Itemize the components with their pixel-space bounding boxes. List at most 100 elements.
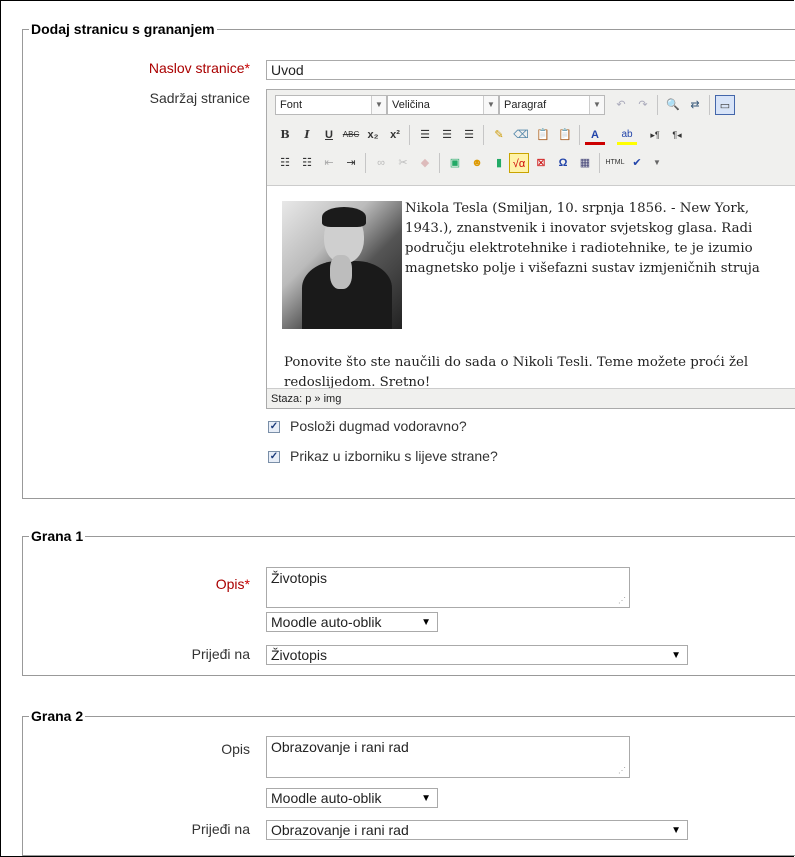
branch2-goto-label: Prijeđi na bbox=[191, 821, 250, 837]
redo-icon[interactable]: ↷ bbox=[633, 95, 653, 115]
equation-icon[interactable]: √α bbox=[509, 153, 529, 173]
replace-icon[interactable]: ⇄ bbox=[685, 95, 705, 115]
branch2-format-select[interactable]: Moodle auto-oblik ▼ bbox=[266, 788, 438, 808]
underline-icon[interactable]: U bbox=[319, 125, 339, 145]
bold-icon[interactable]: B bbox=[275, 125, 295, 145]
special-char-icon[interactable]: Ω bbox=[553, 153, 573, 173]
anchor-icon[interactable]: ◆ bbox=[415, 153, 435, 173]
resize-grip-icon[interactable]: ⋰ bbox=[618, 596, 626, 605]
title-input[interactable]: Uvod bbox=[266, 60, 795, 80]
branch2-goto-select[interactable]: Obrazovanje i rani rad ▼ bbox=[266, 820, 688, 840]
toolbar-separator bbox=[365, 153, 366, 173]
required-star: * bbox=[244, 576, 250, 592]
resize-grip-icon[interactable]: ⋰ bbox=[618, 766, 626, 775]
html-editor[interactable]: Font ▼ Veličina ▼ Paragraf ▼ ↶ ↷ 🔍 ⇄ ▭ B I … bbox=[266, 89, 795, 409]
toolbar-separator bbox=[599, 153, 600, 173]
chevron-down-icon: ▼ bbox=[421, 793, 431, 804]
rtl-icon[interactable]: ¶◂ bbox=[667, 125, 687, 145]
content-label: Sadržaj stranice bbox=[149, 90, 250, 106]
toolbar-separator bbox=[409, 125, 410, 145]
unlink-icon[interactable]: ✂ bbox=[393, 153, 413, 173]
horizontal-buttons-checkbox[interactable]: ✓ bbox=[268, 421, 280, 433]
photo-hand bbox=[330, 255, 352, 289]
image-icon[interactable]: ▣ bbox=[445, 153, 465, 173]
paste-text-icon[interactable]: 📋 bbox=[533, 125, 553, 145]
outdent-icon[interactable]: ⇤ bbox=[319, 153, 339, 173]
numbered-list-icon[interactable]: ☷ bbox=[297, 153, 317, 173]
branch2-legend: Grana 2 bbox=[29, 707, 86, 725]
editor-path-bar: Staza: p » img bbox=[267, 388, 795, 408]
paragraph-2: Ponovite što ste naučili do sada o Nikol… bbox=[284, 353, 748, 388]
branch1-desc-label-text: Opis bbox=[215, 576, 245, 592]
chevron-down-icon[interactable]: ▼ bbox=[647, 153, 667, 173]
undo-icon[interactable]: ↶ bbox=[611, 95, 631, 115]
spellcheck-icon[interactable]: ✔ bbox=[627, 153, 647, 173]
paragraph-line: 1943.), znanstvenik i inovator svjetskog… bbox=[405, 221, 753, 236]
paste-word-icon[interactable]: 📋 bbox=[555, 125, 575, 145]
branch1-desc-label: Opis* bbox=[60, 576, 250, 592]
tesla-photo bbox=[282, 201, 402, 329]
chevron-down-icon: ▼ bbox=[421, 617, 431, 628]
left-menu-checkbox[interactable]: ✓ bbox=[268, 451, 280, 463]
background-color-icon[interactable]: ab bbox=[617, 125, 637, 145]
find-icon[interactable]: 🔍 bbox=[663, 95, 683, 115]
paragraph-line: magnetsko polje i višefazni sustav izmje… bbox=[405, 261, 760, 276]
horizontal-buttons-label: Posloži dugmad vodoravno? bbox=[290, 418, 467, 434]
insert-table-icon[interactable]: ▦ bbox=[575, 153, 595, 173]
format-select[interactable]: Paragraf ▼ bbox=[499, 95, 605, 115]
required-star: * bbox=[244, 60, 250, 76]
ltr-icon[interactable]: ▸¶ bbox=[645, 125, 665, 145]
size-select-value: Veličina bbox=[392, 99, 430, 111]
branch1-goto-select[interactable]: Životopis ▼ bbox=[266, 645, 688, 665]
toolbar-separator bbox=[579, 125, 580, 145]
chevron-down-icon: ▼ bbox=[483, 96, 498, 114]
chevron-down-icon: ▼ bbox=[671, 825, 681, 836]
italic-icon[interactable]: I bbox=[297, 125, 317, 145]
link-icon[interactable]: ∞ bbox=[371, 153, 391, 173]
media-icon[interactable]: ▮ bbox=[489, 153, 509, 173]
text-color-icon[interactable]: A bbox=[585, 125, 605, 145]
size-select[interactable]: Veličina ▼ bbox=[387, 95, 499, 115]
left-menu-label: Prikaz u izborniku s lijeve strane? bbox=[290, 448, 498, 464]
branch1-desc-textarea[interactable]: Životopis ⋰ bbox=[266, 567, 630, 608]
branch1-goto-value: Životopis bbox=[271, 647, 328, 663]
strikethrough-icon[interactable]: ABC bbox=[341, 125, 361, 145]
branch2-desc-label: Opis bbox=[221, 741, 250, 757]
title-label-text: Naslov stranice bbox=[148, 60, 245, 76]
branch2-desc-textarea[interactable]: Obrazovanje i rani rad ⋰ bbox=[266, 736, 630, 778]
branch1-format-select[interactable]: Moodle auto-oblik ▼ bbox=[266, 612, 438, 632]
toolbar-separator bbox=[657, 95, 658, 115]
superscript-icon[interactable]: x² bbox=[385, 125, 405, 145]
clean-code-icon[interactable]: ✎ bbox=[489, 125, 509, 145]
paragraph-line: Ponovite što ste naučili do sada o Nikol… bbox=[284, 355, 749, 370]
branch1-goto-label: Prijeđi na bbox=[191, 646, 250, 662]
chevron-down-icon: ▼ bbox=[589, 96, 604, 114]
title-label: Naslov stranice* bbox=[60, 60, 250, 76]
chevron-down-icon: ▼ bbox=[371, 96, 386, 114]
bullet-list-icon[interactable]: ☷ bbox=[275, 153, 295, 173]
subscript-icon[interactable]: x₂ bbox=[363, 125, 383, 145]
align-right-icon[interactable]: ☰ bbox=[459, 125, 479, 145]
fullscreen-icon[interactable]: ▭ bbox=[715, 95, 735, 115]
editor-toolbar: Font ▼ Veličina ▼ Paragraf ▼ ↶ ↷ 🔍 ⇄ ▭ B I … bbox=[267, 90, 795, 186]
branch1-format-value: Moodle auto-oblik bbox=[271, 614, 382, 630]
html-source-icon[interactable]: HTML bbox=[605, 153, 625, 173]
dragmath-icon[interactable]: ⊠ bbox=[531, 153, 551, 173]
paragraph-line: redoslijedom. Sretno! bbox=[284, 375, 431, 388]
smiley-icon[interactable]: ☻ bbox=[467, 153, 487, 173]
toolbar-separator bbox=[483, 125, 484, 145]
font-select-value: Font bbox=[280, 99, 303, 111]
eraser-icon[interactable]: ⌫ bbox=[511, 125, 531, 145]
branch1-desc-value: Životopis bbox=[271, 570, 328, 586]
branch1-legend: Grana 1 bbox=[29, 527, 86, 545]
toolbar-separator bbox=[439, 153, 440, 173]
toolbar-separator bbox=[709, 95, 710, 115]
editor-content[interactable]: Nikola Tesla (Smiljan, 10. srpnja 1856. … bbox=[267, 186, 795, 388]
branch2-format-value: Moodle auto-oblik bbox=[271, 790, 382, 806]
align-center-icon[interactable]: ☰ bbox=[437, 125, 457, 145]
indent-icon[interactable]: ⇥ bbox=[341, 153, 361, 173]
align-left-icon[interactable]: ☰ bbox=[415, 125, 435, 145]
photo-hair bbox=[322, 207, 366, 227]
branch2-goto-value: Obrazovanje i rani rad bbox=[271, 822, 409, 838]
font-select[interactable]: Font ▼ bbox=[275, 95, 387, 115]
